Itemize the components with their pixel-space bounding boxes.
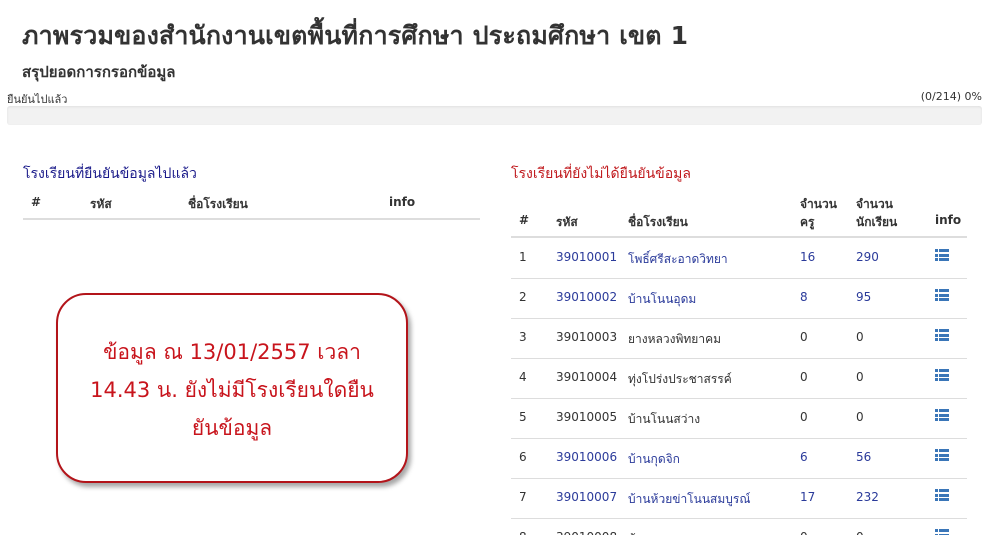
school-name-link[interactable]: โพธิ์ศรีสะอาดวิทยา [628,250,728,269]
school-name-link[interactable]: บ้านโนนอุดม [628,290,696,309]
info-list-icon[interactable] [935,409,949,424]
school-name-link: ทุ่งโปร่งประชาสรรค์ [628,372,732,386]
notice-callout: ข้อมูล ณ 13/01/2557 เวลา 14.43 น. ยังไม่… [56,293,408,483]
row-index: 5 [519,410,527,424]
pending-col-index: # [519,213,530,227]
student-count: 0 [856,410,864,424]
info-list-icon[interactable] [935,369,949,384]
school-name-link: ยางหลวงพิทยาคม [628,332,722,346]
teacher-count: 8 [800,290,808,304]
teacher-count: 16 [800,250,816,264]
school-name-link: บ้านโนนสว่าง [628,412,701,426]
info-list-icon[interactable] [935,289,949,304]
school-code-link[interactable]: 39010007 [556,490,617,504]
school-code-link: 39010003 [556,330,618,344]
confirmed-col-name: ชื่อโรงเรียน [188,197,248,211]
info-list-icon[interactable] [935,489,949,504]
student-count: 0 [856,530,864,535]
school-name-link[interactable]: บ้านกุดจิก [628,450,680,469]
table-row: 5 39010005 บ้านโนนสว่าง 0 0 [511,398,967,439]
pending-col-code: รหัส [556,215,578,229]
school-code-link: 39010008 [556,530,617,535]
table-row: 7 39010007 บ้านห้วยข่าโนนสมบูรณ์ 17 232 [511,478,967,519]
student-count: 56 [856,450,872,464]
info-list-icon[interactable] [935,249,949,264]
info-list-icon[interactable] [935,329,949,344]
row-index: 7 [519,490,527,504]
pending-col-info: info [935,213,962,227]
confirmed-schools-heading: โรงเรียนที่ยืนยันข้อมูลไปแล้ว [23,166,197,182]
teacher-count: 0 [800,370,808,384]
table-row: 6 39010006 บ้านกุดจิก 6 56 [511,438,967,479]
table-row: 8 39010008 บ้านหนองแวง 0 0 [511,518,967,535]
teacher-count: 0 [800,530,808,535]
school-code-link: 39010005 [556,410,618,424]
school-code-link[interactable]: 39010006 [556,450,617,464]
teacher-count: 0 [800,410,808,424]
school-code-link: 39010004 [556,370,618,384]
pending-col-teachers-line1: จำนวน [800,197,837,211]
confirmed-col-index: # [31,195,42,209]
student-count: 95 [856,290,872,304]
row-index: 1 [519,250,527,264]
student-count: 0 [856,370,864,384]
teacher-count: 0 [800,330,808,344]
school-name-link[interactable]: บ้านห้วยข่าโนนสมบูรณ์ [628,490,750,509]
student-count: 290 [856,250,879,264]
notice-callout-text: ข้อมูล ณ 13/01/2557 เวลา 14.43 น. ยังไม่… [90,340,374,440]
table-row: 1 39010001 โพธิ์ศรีสะอาดวิทยา 16 290 [511,238,967,279]
confirmed-table-header-divider [23,218,480,220]
progress-value: (0/214) 0% [920,90,982,103]
row-index: 6 [519,450,527,464]
info-list-icon[interactable] [935,529,949,535]
row-index: 4 [519,370,527,384]
page: ภาพรวมของสำนักงานเขตพื้นที่การศึกษา ประถ… [0,0,988,535]
confirmed-col-info: info [389,195,416,209]
confirmed-col-code: รหัส [90,197,112,211]
pending-col-name: ชื่อโรงเรียน [628,215,688,229]
pending-col-students-line1: จำนวน [856,197,893,211]
row-index: 8 [519,530,527,535]
row-index: 3 [519,330,527,344]
page-title: ภาพรวมของสำนักงานเขตพื้นที่การศึกษา ประถ… [22,21,689,50]
school-name-link: บ้านหนองแวง [628,530,700,535]
progress-bar [7,106,982,125]
school-code-link[interactable]: 39010001 [556,250,617,264]
row-index: 2 [519,290,527,304]
teacher-count: 6 [800,450,808,464]
info-list-icon[interactable] [935,449,949,464]
pending-col-students-line2: นักเรียน [856,215,898,229]
table-row: 4 39010004 ทุ่งโปร่งประชาสรรค์ 0 0 [511,358,967,399]
pending-schools-heading: โรงเรียนที่ยังไม่ได้ยืนยันข้อมูล [511,166,691,182]
school-code-link[interactable]: 39010002 [556,290,617,304]
table-row: 3 39010003 ยางหลวงพิทยาคม 0 0 [511,318,967,359]
page-subtitle: สรุปยอดการกรอกข้อมูล [22,63,176,81]
teacher-count: 17 [800,490,816,504]
pending-col-teachers-line2: ครู [800,215,815,229]
student-count: 232 [856,490,879,504]
student-count: 0 [856,330,864,344]
table-row: 2 39010002 บ้านโนนอุดม 8 95 [511,278,967,319]
